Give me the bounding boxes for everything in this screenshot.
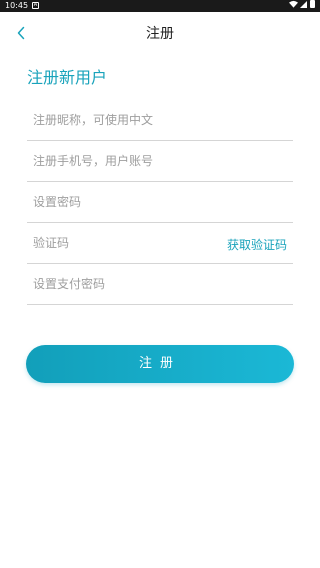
status-bar: 10:45 A [0,0,320,12]
register-heading: 注册新用户 [27,68,108,87]
status-icons [289,0,315,8]
battery-icon [310,0,315,8]
verification-code-field: 获取验证码 [27,223,293,264]
nickname-input[interactable] [27,100,293,140]
get-code-button[interactable]: 获取验证码 [227,236,287,253]
wifi-icon [289,0,298,8]
phone-input[interactable] [27,141,293,181]
pay-password-input[interactable] [27,264,293,304]
app-notification-icon: A [32,2,39,9]
password-input[interactable] [27,182,293,222]
register-button[interactable]: 注册 [26,345,294,383]
verification-code-input[interactable] [27,223,207,263]
pay-password-field [27,264,293,305]
signal-icon [300,0,307,8]
page-title: 注册 [146,26,174,42]
status-time: 10:45 [5,1,29,10]
phone-field [27,141,293,182]
nav-bar: 注册 [0,12,320,52]
password-field [27,182,293,223]
nickname-field [27,100,293,141]
